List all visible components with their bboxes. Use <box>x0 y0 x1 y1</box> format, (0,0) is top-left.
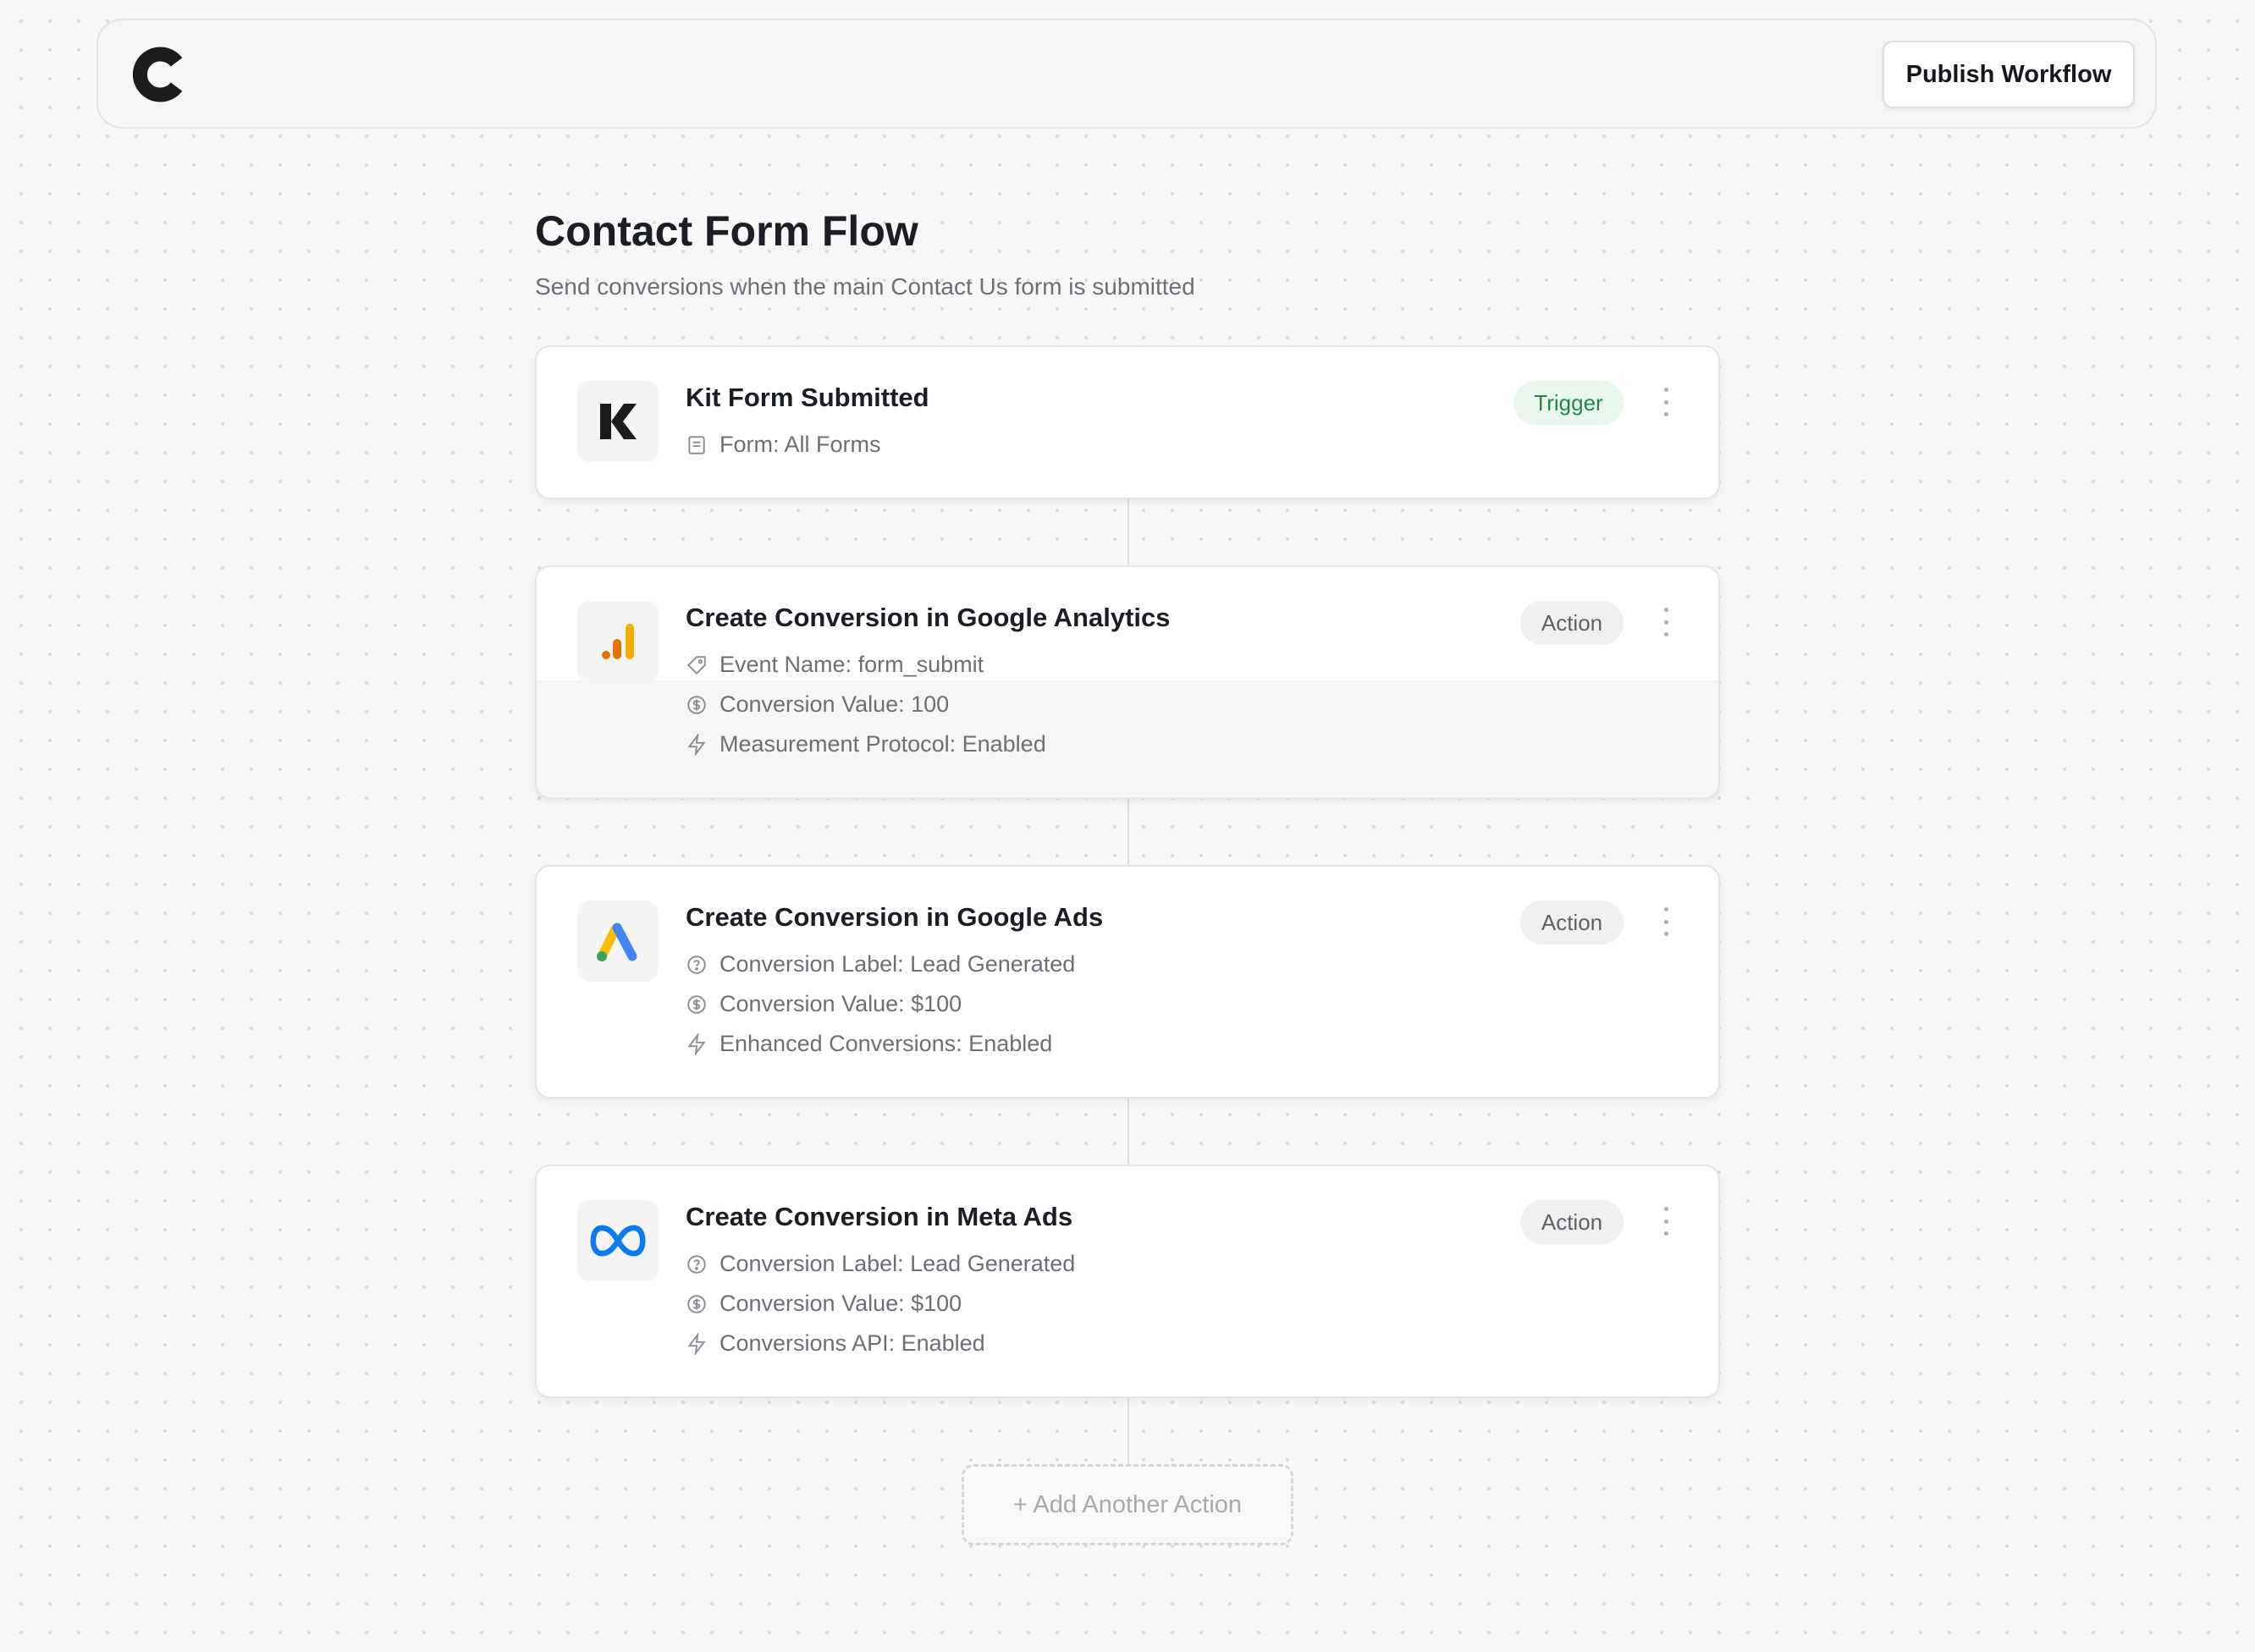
step-detail: Conversions API: Enabled <box>686 1330 985 1357</box>
flow-connector <box>1128 1396 1129 1466</box>
action-card-meta-ads[interactable]: Create Conversion in Meta Ads Conversion… <box>535 1165 1720 1398</box>
step-detail: Conversion Value: $100 <box>686 991 962 1017</box>
lightning-icon <box>687 733 706 756</box>
more-options-icon[interactable] <box>1656 608 1676 636</box>
action-badge: Action <box>1520 900 1624 944</box>
flow-connector <box>1128 797 1129 867</box>
step-detail: Enhanced Conversions: Enabled <box>686 1031 1052 1057</box>
dollar-circle-icon <box>687 994 706 1014</box>
flow-connector <box>1128 498 1129 567</box>
step-detail: Measurement Protocol: Enabled <box>686 731 1046 757</box>
detail-text: Form: All Forms <box>720 432 881 457</box>
google-ads-icon <box>577 900 659 982</box>
lightning-icon <box>687 1032 706 1055</box>
trigger-card-kit-form-submitted[interactable]: Kit Form Submitted Form: All Forms Trigg… <box>535 345 1720 499</box>
trigger-badge: Trigger <box>1513 381 1624 425</box>
page-title: Contact Form Flow <box>535 207 918 255</box>
action-badge: Action <box>1520 601 1624 645</box>
step-detail: Conversion Value: $100 <box>686 1291 962 1317</box>
step-title: Create Conversion in Google Ads <box>686 902 1104 932</box>
flow-connector <box>1128 1097 1129 1166</box>
more-options-icon[interactable] <box>1656 907 1676 936</box>
detail-text: Conversions API: Enabled <box>720 1330 985 1356</box>
detail-text: Enhanced Conversions: Enabled <box>720 1031 1053 1056</box>
detail-text: Conversion Value: $100 <box>720 1291 962 1316</box>
detail-text: Conversion Label: Lead Generated <box>720 1251 1076 1276</box>
action-badge: Action <box>1520 1200 1624 1244</box>
step-detail: Conversion Label: Lead Generated <box>686 951 1075 977</box>
step-detail: Form: All Forms <box>686 432 881 458</box>
lightning-icon <box>687 1332 706 1355</box>
google-analytics-icon <box>577 601 659 682</box>
detail-text: Event Name: form_submit <box>720 652 984 677</box>
step-title: Create Conversion in Meta Ads <box>686 1202 1073 1231</box>
brand-c-logo-icon[interactable] <box>127 41 195 108</box>
page-subtitle: Send conversions when the main Contact U… <box>535 273 1195 300</box>
detail-text: Measurement Protocol: Enabled <box>720 731 1046 757</box>
publish-workflow-button[interactable]: Publish Workflow <box>1883 41 2135 108</box>
action-card-google-ads[interactable]: Create Conversion in Google Ads Conversi… <box>535 865 1720 1099</box>
meta-logo-icon <box>577 1200 659 1281</box>
form-icon <box>688 435 705 454</box>
top-bar: Publish Workflow <box>96 19 2157 129</box>
dollar-circle-icon <box>687 1294 706 1313</box>
step-title: Kit Form Submitted <box>686 383 929 412</box>
more-options-icon[interactable] <box>1656 1207 1676 1236</box>
dollar-circle-icon <box>687 695 706 714</box>
detail-text: Conversion Value: $100 <box>720 991 962 1016</box>
action-card-google-analytics[interactable]: Create Conversion in Google Analytics Ev… <box>535 565 1720 799</box>
help-circle-icon <box>687 1254 706 1274</box>
step-title: Create Conversion in Google Analytics <box>686 603 1171 632</box>
help-circle-icon <box>687 955 706 974</box>
more-options-icon[interactable] <box>1656 388 1676 416</box>
tag-icon <box>686 655 706 675</box>
step-detail: Event Name: form_submit <box>686 652 984 678</box>
kit-logo-icon <box>577 381 659 462</box>
detail-text: Conversion Label: Lead Generated <box>720 951 1076 977</box>
step-detail: Conversion Label: Lead Generated <box>686 1251 1075 1277</box>
add-another-action-button[interactable]: + Add Another Action <box>962 1464 1293 1545</box>
detail-text: Conversion Value: 100 <box>720 691 950 717</box>
step-detail: Conversion Value: 100 <box>686 691 949 718</box>
